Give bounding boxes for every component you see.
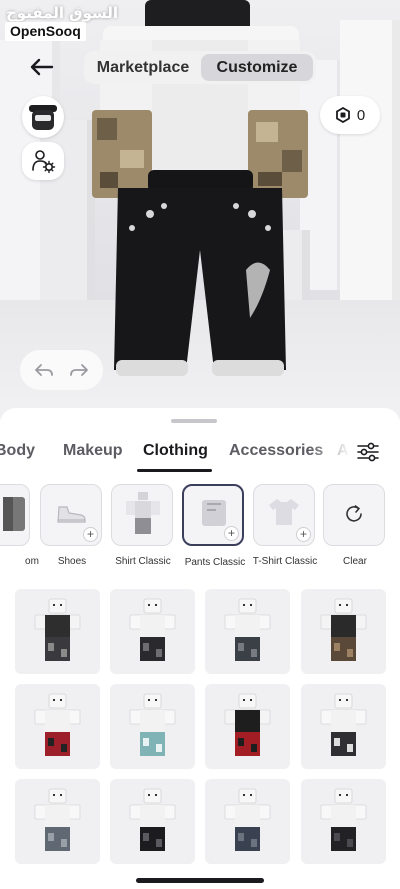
- tabs-fade: [310, 436, 350, 472]
- redo-icon[interactable]: [67, 358, 91, 382]
- segment-marketplace[interactable]: Marketplace: [87, 54, 199, 81]
- item-card[interactable]: [301, 779, 386, 864]
- clear-button[interactable]: Clear: [323, 484, 385, 567]
- sheet-handle[interactable]: [171, 419, 217, 423]
- watermark-arabic: السوق المفتوح: [6, 4, 119, 22]
- item-card[interactable]: [205, 589, 290, 674]
- avatar-outfit-thumbnail: [34, 693, 81, 756]
- avatar-outfit-thumbnail: [34, 598, 81, 661]
- tab-body[interactable]: Body: [0, 442, 35, 460]
- subcategory-shirt-classic[interactable]: Shirt Classic: [111, 484, 173, 567]
- mode-switch: Marketplace Customize: [84, 51, 316, 84]
- add-icon: +: [83, 527, 98, 542]
- shirt-classic-icon: [126, 492, 160, 534]
- item-card[interactable]: [205, 684, 290, 769]
- item-card[interactable]: [205, 779, 290, 864]
- active-tab-indicator: [137, 469, 212, 472]
- arrow-left-icon: [30, 58, 54, 76]
- subcategory-label: Pants Classic: [184, 557, 246, 568]
- item-card[interactable]: [110, 684, 195, 769]
- robux-amount: 0: [356, 106, 366, 124]
- item-card[interactable]: [15, 589, 100, 674]
- avatar-outfit-thumbnail: [320, 788, 367, 851]
- item-card[interactable]: [110, 779, 195, 864]
- add-icon: +: [296, 527, 311, 542]
- back-button[interactable]: [26, 52, 56, 82]
- avatar-outfit-thumbnail: [224, 788, 271, 851]
- subcategory-pants-classic[interactable]: + Pants Classic: [182, 484, 245, 568]
- robux-balance[interactable]: 0: [320, 96, 380, 134]
- category-tabs: Body Makeup Clothing Accessories A: [0, 436, 350, 472]
- subcategory-shoes[interactable]: + Shoes: [40, 484, 102, 567]
- subcategory-label: Shoes: [57, 556, 87, 567]
- subcategory-tshirt-classic[interactable]: + T-Shirt Classic: [253, 484, 317, 567]
- item-card[interactable]: [15, 779, 100, 864]
- add-icon: +: [224, 526, 239, 541]
- subcategory-label: Clear: [343, 556, 367, 567]
- item-card[interactable]: [15, 684, 100, 769]
- shoe-icon: [57, 506, 86, 523]
- status-time: ٨:٤٤: [349, 18, 372, 32]
- home-indicator: [136, 878, 264, 883]
- avatar-outfit-thumbnail: [34, 788, 81, 851]
- avatar-outfit-thumbnail: [129, 598, 176, 661]
- avatar-thumbnail[interactable]: [22, 96, 64, 138]
- watermark-brand: OpenSooq: [5, 22, 86, 41]
- subcategory-label: Shirt Classic: [115, 556, 171, 567]
- avatar-outfit-thumbnail: [129, 693, 176, 756]
- segment-customize[interactable]: Customize: [201, 54, 313, 81]
- undo-icon[interactable]: [32, 358, 56, 382]
- avatar-outfit-thumbnail: [129, 788, 176, 851]
- clothing-icon: [3, 497, 25, 531]
- tab-clothing[interactable]: Clothing: [143, 442, 208, 460]
- avatar-outfit-thumbnail: [320, 693, 367, 756]
- sliders-icon: [357, 442, 379, 462]
- avatar-outfit-thumbnail: [224, 598, 271, 661]
- item-card[interactable]: [301, 684, 386, 769]
- customize-sheet: Body Makeup Clothing Accessories A om: [0, 408, 400, 889]
- filter-button[interactable]: [354, 438, 382, 466]
- pants-classic-icon: [202, 500, 226, 526]
- avatar-preview[interactable]: السوق المفتوح OpenSooq ٨:٤٤ Marketplace …: [0, 0, 400, 420]
- tab-makeup[interactable]: Makeup: [63, 442, 123, 460]
- tshirt-classic-icon: [269, 499, 299, 525]
- refresh-icon: [346, 505, 362, 522]
- clothing-subcategories: om + Shoes Shirt Classic + Pants Classic…: [0, 484, 400, 574]
- avatar-head-icon: [29, 105, 57, 130]
- subcategory-custom[interactable]: om: [0, 484, 39, 567]
- avatar-outfit-thumbnail: [224, 693, 271, 756]
- undo-redo-controls: [20, 350, 103, 390]
- item-card[interactable]: [110, 589, 195, 674]
- subcategory-label: T-Shirt Classic: [252, 556, 318, 567]
- person-gear-icon: [32, 150, 56, 174]
- item-card[interactable]: [301, 589, 386, 674]
- avatar-settings-button[interactable]: [22, 142, 64, 180]
- robux-icon: [335, 107, 350, 123]
- avatar-outfit-thumbnail: [320, 598, 367, 661]
